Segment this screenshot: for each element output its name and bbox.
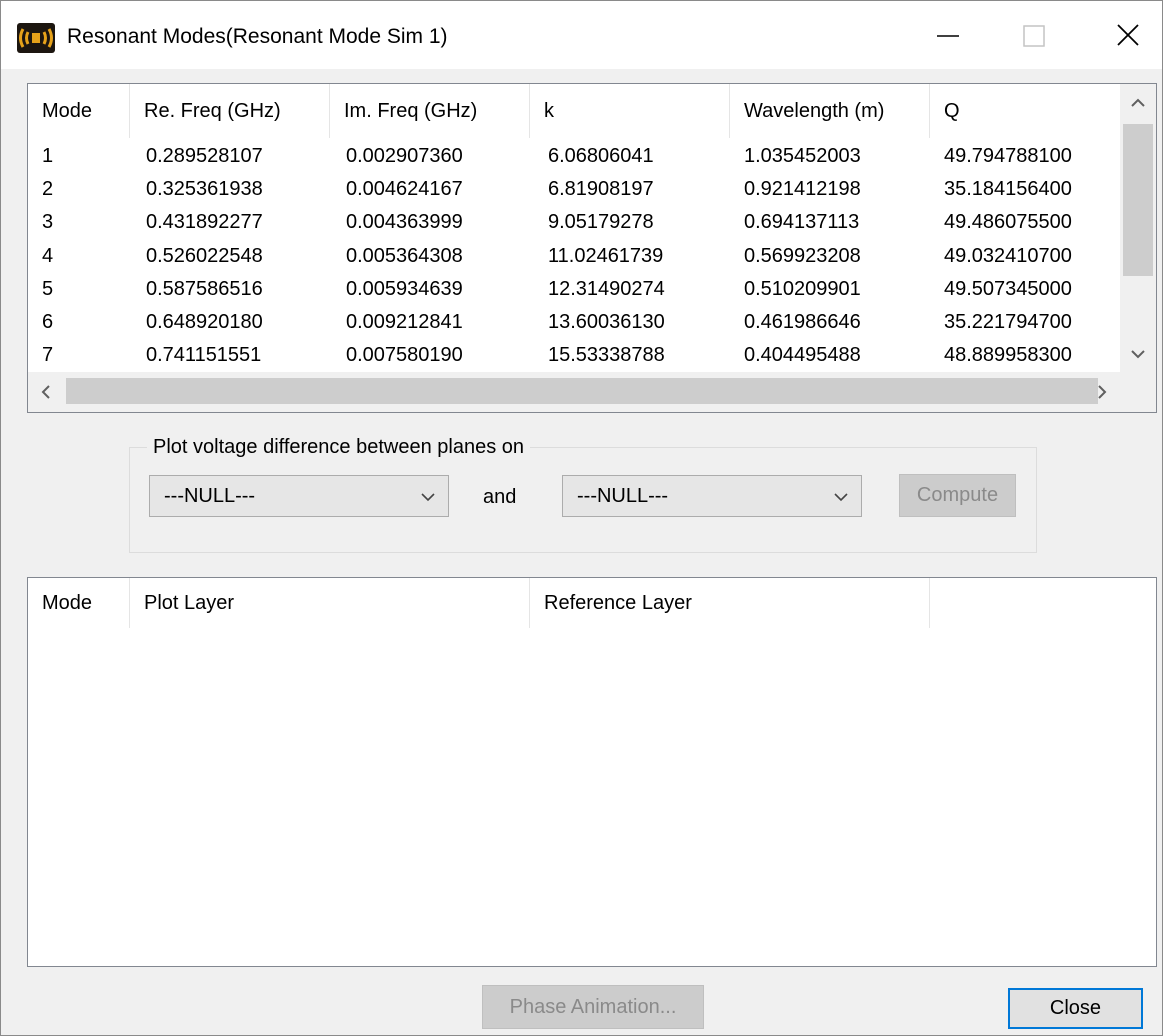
resonance-app-icon	[17, 23, 55, 53]
column-header-re-freq[interactable]: Re. Freq (GHz)	[130, 84, 330, 138]
cell-mode: 5	[42, 277, 54, 300]
column-header-im-freq[interactable]: Im. Freq (GHz)	[330, 84, 530, 138]
resonant-modes-table[interactable]: Mode Re. Freq (GHz) Im. Freq (GHz) k Wav…	[27, 83, 1157, 413]
chevron-down-icon	[831, 487, 851, 507]
cell-wavelength: 0.404495488	[744, 344, 861, 367]
cell-wavelength: 0.569923208	[744, 244, 861, 267]
cell-q: 35.221794700	[944, 310, 1072, 333]
column-header-wavelength[interactable]: Wavelength (m)	[730, 84, 930, 138]
cell-k: 6.06806041	[548, 145, 654, 167]
cell-q: 49.507345000	[944, 277, 1072, 300]
cell-q: 49.794788100	[944, 145, 1072, 167]
plot-plane-dropdown[interactable]: ---NULL---	[149, 475, 449, 517]
cell-wavelength: 0.694137113	[744, 211, 860, 234]
table-row[interactable]: 5 0.587586516 0.005934639 12.31490274 0.…	[28, 273, 1118, 306]
cell-im-freq: 0.005364308	[346, 244, 463, 267]
maximize-icon[interactable]	[1007, 15, 1061, 55]
window-title: Resonant Modes(Resonant Mode Sim 1)	[67, 25, 448, 48]
cell-re-freq: 0.526022548	[146, 244, 263, 267]
scroll-corner	[1120, 372, 1156, 412]
compute-button[interactable]: Compute	[899, 474, 1016, 517]
cell-mode: 3	[42, 211, 54, 234]
table-row[interactable]: 6 0.648920180 0.009212841 13.60036130 0.…	[28, 306, 1118, 339]
chevron-down-icon	[418, 487, 438, 507]
cell-re-freq: 0.325361938	[146, 178, 263, 201]
scroll-left-icon[interactable]	[28, 372, 64, 412]
cell-k: 11.02461739	[548, 244, 664, 267]
reference-plane-value: ---NULL---	[577, 485, 669, 507]
cell-re-freq: 0.587586516	[146, 277, 263, 300]
column-header-plot-layer[interactable]: Plot Layer	[130, 578, 530, 628]
cell-q: 49.486075500	[944, 211, 1072, 234]
cell-mode: 2	[42, 178, 54, 201]
close-button[interactable]: Close	[1008, 988, 1143, 1029]
cell-re-freq: 0.289528107	[146, 145, 263, 167]
cell-wavelength: 0.510209901	[744, 277, 861, 300]
cell-wavelength: 0.461986646	[744, 310, 861, 333]
cell-q: 49.032410700	[944, 244, 1072, 267]
plot-layers-table[interactable]: Mode Plot Layer Reference Layer	[27, 577, 1157, 967]
horizontal-scroll-thumb[interactable]	[66, 378, 1098, 404]
cell-im-freq: 0.004624167	[346, 178, 463, 201]
and-label: and	[483, 486, 517, 508]
table-row[interactable]: 2 0.325361938 0.004624167 6.81908197 0.9…	[28, 173, 1118, 206]
cell-mode: 4	[42, 244, 54, 267]
cell-im-freq: 0.002907360	[346, 145, 463, 167]
column-header-k[interactable]: k	[530, 84, 730, 138]
table-row[interactable]: 3 0.431892277 0.004363999 9.05179278 0.6…	[28, 206, 1118, 239]
table-body: 1 0.289528107 0.002907360 6.06806041 1.0…	[28, 140, 1118, 372]
plot-plane-value: ---NULL---	[164, 485, 256, 507]
cell-k: 12.31490274	[548, 277, 665, 300]
cell-k: 15.53338788	[548, 344, 665, 367]
table-row[interactable]: 4 0.526022548 0.005364308 11.02461739 0.…	[28, 240, 1118, 273]
cell-re-freq: 0.648920180	[146, 310, 263, 333]
resonant-modes-dialog: Resonant Modes(Resonant Mode Sim 1) Mode…	[0, 0, 1163, 1036]
cell-q: 35.184156400	[944, 178, 1072, 201]
column-header-mode[interactable]: Mode	[28, 578, 130, 628]
cell-mode: 7	[42, 344, 54, 367]
table-row[interactable]: 7 0.741151551 0.007580190 15.53338788 0.…	[28, 339, 1118, 372]
cell-q: 48.889958300	[944, 344, 1072, 367]
cell-im-freq: 0.005934639	[346, 277, 463, 300]
vertical-scroll-thumb[interactable]	[1123, 124, 1153, 276]
cell-re-freq: 0.741151551	[146, 344, 262, 367]
group-title: Plot voltage difference between planes o…	[147, 435, 531, 459]
minimize-icon[interactable]	[921, 15, 975, 55]
table-header: Mode Plot Layer Reference Layer	[28, 578, 1158, 628]
scroll-down-icon[interactable]	[1120, 336, 1156, 372]
cell-wavelength: 1.035452003	[744, 145, 861, 167]
scroll-up-icon[interactable]	[1120, 84, 1156, 120]
horizontal-scrollbar[interactable]	[28, 372, 1156, 412]
column-header-mode[interactable]: Mode	[28, 84, 130, 138]
column-header-reference-layer[interactable]: Reference Layer	[530, 578, 930, 628]
reference-plane-dropdown[interactable]: ---NULL---	[562, 475, 862, 517]
phase-animation-button[interactable]: Phase Animation...	[482, 985, 704, 1029]
cell-mode: 6	[42, 310, 54, 333]
title-bar[interactable]: Resonant Modes(Resonant Mode Sim 1)	[1, 1, 1162, 69]
cell-im-freq: 0.009212841	[346, 310, 463, 333]
cell-mode: 1	[42, 145, 54, 167]
close-icon[interactable]	[1101, 15, 1155, 55]
table-row[interactable]: 1 0.289528107 0.002907360 6.06806041 1.0…	[28, 140, 1118, 173]
cell-re-freq: 0.431892277	[146, 211, 263, 234]
scroll-right-icon[interactable]	[1084, 372, 1120, 412]
cell-im-freq: 0.007580190	[346, 344, 463, 367]
vertical-scrollbar[interactable]	[1120, 84, 1156, 372]
cell-im-freq: 0.004363999	[346, 211, 463, 234]
column-header-q[interactable]: Q	[930, 84, 1118, 138]
table-header: Mode Re. Freq (GHz) Im. Freq (GHz) k Wav…	[28, 84, 1118, 138]
cell-k: 6.81908197	[548, 178, 654, 201]
cell-k: 13.60036130	[548, 310, 665, 333]
cell-wavelength: 0.921412198	[744, 178, 861, 201]
cell-k: 9.05179278	[548, 211, 654, 234]
